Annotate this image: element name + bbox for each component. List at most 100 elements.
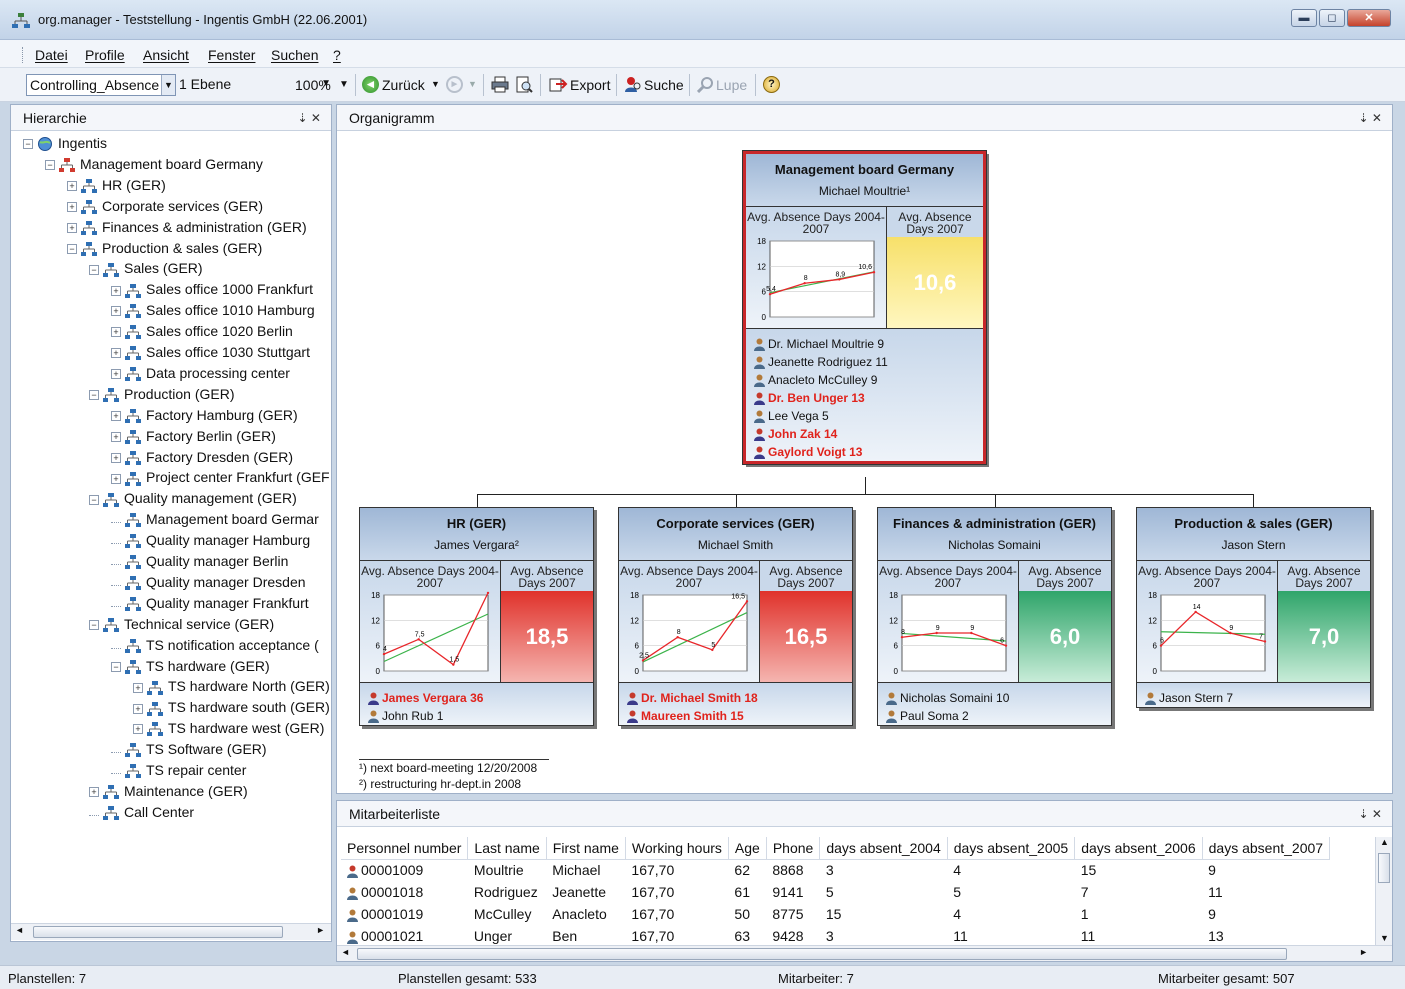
column-header[interactable]: days absent_2004 (819, 837, 948, 860)
panel-pin-close-icon[interactable]: ⇣ ✕ (298, 105, 321, 131)
chevron-down-icon[interactable]: ▼ (468, 79, 477, 89)
print-preview-icon[interactable] (515, 76, 533, 93)
tree-item[interactable]: − Production & sales (GER) (67, 238, 262, 258)
collapse-icon[interactable]: − (89, 390, 99, 401)
export-button[interactable]: Export (570, 77, 610, 93)
tree-item[interactable]: + Finances & administration (GER) (67, 217, 307, 237)
column-header[interactable]: Personnel number (341, 837, 469, 860)
tree-item[interactable]: + TS hardware south (GER) (133, 697, 330, 717)
scroll-right-icon[interactable]: ► (316, 925, 325, 935)
chevron-down-icon[interactable]: ▼ (161, 75, 175, 95)
zoom-value[interactable]: 100% (295, 77, 331, 93)
tree-item[interactable]: Quality manager Frankfurt (111, 593, 309, 613)
search-button[interactable]: Suche (644, 77, 684, 93)
org-unit-card[interactable]: Production & sales (GER) Jason Stern Avg. … (1136, 507, 1371, 708)
member-item[interactable]: Dr. Michael Moultrie 9 (754, 335, 983, 353)
search-person-icon[interactable] (624, 76, 642, 93)
member-item[interactable]: Gaylord Voigt 13 (754, 443, 983, 461)
collapse-icon[interactable]: − (23, 139, 33, 150)
tree-item[interactable]: + Factory Dresden (GER) (111, 447, 293, 467)
tree-item[interactable]: Quality manager Dresden (111, 572, 306, 592)
member-item[interactable]: Anacleto McCulley 9 (754, 371, 983, 389)
tree-item[interactable]: + TS hardware west (GER) (133, 718, 324, 738)
tree-item[interactable]: + Sales office 1010 Hamburg (111, 300, 315, 320)
hierarchy-horizontal-scrollbar[interactable]: ◄ ► (11, 923, 331, 940)
menu-help[interactable]: ? (333, 47, 341, 63)
export-icon[interactable] (548, 76, 568, 93)
tree-item[interactable]: + Maintenance (GER) (89, 781, 248, 801)
expand-icon[interactable]: + (111, 431, 121, 442)
tree-item[interactable]: − Management board Germany (45, 154, 263, 174)
column-header[interactable]: Phone (766, 837, 821, 860)
org-unit-card[interactable]: Finances & administration (GER) Nicholas … (877, 507, 1112, 726)
expand-icon[interactable]: + (67, 201, 77, 212)
menu-fenster[interactable]: Fenster (208, 47, 255, 63)
maximize-button[interactable]: ◻ (1319, 9, 1345, 27)
expand-icon[interactable]: + (133, 682, 143, 693)
tree-item[interactable]: − Production (GER) (89, 384, 234, 404)
member-item[interactable]: John Rub 1 (368, 707, 593, 725)
tree-item[interactable]: − Ingentis (23, 133, 107, 153)
table-row[interactable]: 00001019 McCulley Anacleto 167,70 50 8775 15 4 1… (341, 903, 1330, 925)
scroll-down-icon[interactable]: ▼ (1380, 933, 1389, 943)
employee-horizontal-scrollbar[interactable]: ◄ ► (337, 945, 1392, 961)
print-icon[interactable] (491, 76, 509, 93)
tree-item[interactable]: − Quality management (GER) (89, 488, 297, 508)
collapse-icon[interactable]: − (89, 619, 99, 630)
member-item[interactable]: John Zak 14 (754, 425, 983, 443)
table-row[interactable]: 00001018 Rodriguez Jeanette 167,70 61 9141 5 5 7… (341, 881, 1330, 903)
expand-icon[interactable]: + (111, 306, 121, 317)
collapse-icon[interactable]: − (89, 494, 99, 505)
tree-item[interactable]: + Sales office 1020 Berlin (111, 321, 293, 341)
back-arrow-icon[interactable]: ◄ (362, 76, 379, 93)
tree-item[interactable]: + HR (GER) (67, 175, 166, 195)
table-row[interactable]: 00001021 Unger Ben 167,70 63 9428 3 11 11 13 (341, 925, 1330, 947)
close-button[interactable]: ✕ (1347, 9, 1391, 27)
employee-vertical-scrollbar[interactable]: ▲ ▼ (1375, 837, 1392, 945)
scroll-thumb[interactable] (33, 926, 283, 938)
scroll-up-icon[interactable]: ▲ (1380, 837, 1389, 847)
tree-item[interactable]: + Sales office 1000 Frankfurt (111, 279, 313, 299)
magnifier-icon[interactable] (697, 76, 715, 93)
expand-icon[interactable]: + (133, 703, 143, 714)
tree-item[interactable]: − TS hardware (GER) (111, 656, 270, 676)
member-item[interactable]: James Vergara 36 (368, 689, 593, 707)
scroll-left-icon[interactable]: ◄ (341, 947, 350, 957)
scroll-left-icon[interactable]: ◄ (15, 925, 24, 935)
minimize-button[interactable]: ▬ (1291, 9, 1317, 27)
tree-item[interactable]: + Data processing center (111, 363, 290, 383)
tree-item[interactable]: TS notification acceptance ( (111, 635, 319, 655)
member-item[interactable]: Jeanette Rodriguez 11 (754, 353, 983, 371)
expand-icon[interactable]: + (111, 327, 121, 338)
expand-icon[interactable]: + (111, 348, 121, 359)
chevron-down-icon[interactable]: ▼ (339, 79, 349, 90)
tree-item[interactable]: Management board Germar (111, 509, 319, 529)
tree-item[interactable]: TS Software (GER) (111, 739, 267, 759)
menu-datei[interactable]: Datei (35, 47, 68, 63)
menu-ansicht[interactable]: Ansicht (143, 47, 189, 63)
tree-item[interactable]: + Project center Frankfurt (GEF (111, 467, 330, 487)
column-header[interactable]: First name (546, 837, 626, 860)
member-item[interactable]: Paul Soma 2 (886, 707, 1111, 725)
scroll-thumb[interactable] (357, 948, 1287, 960)
table-row[interactable]: 00001009 Moultrie Michael 167,70 62 8868 3 4 15 9 (341, 859, 1330, 881)
member-item[interactable]: Lee Vega 5 (754, 407, 983, 425)
tree-item[interactable]: Call Center (89, 802, 194, 822)
member-item[interactable]: Dr. Ben Unger 13 (754, 389, 983, 407)
chevron-down-icon[interactable]: ▼ (431, 79, 440, 89)
member-item[interactable]: Dr. Michael Smith 18 (627, 689, 852, 707)
tree-item[interactable]: + Corporate services (GER) (67, 196, 263, 216)
org-unit-card[interactable]: Management board Germany Michael Moultrie… (742, 150, 987, 465)
expand-icon[interactable]: + (67, 181, 77, 192)
column-header[interactable]: days absent_2006 (1074, 837, 1203, 860)
zoom-tool-button[interactable]: Lupe (716, 77, 747, 93)
tree-item[interactable]: + Factory Berlin (GER) (111, 426, 276, 446)
tree-item[interactable]: − Technical service (GER) (89, 614, 274, 634)
expand-icon[interactable]: + (111, 410, 121, 421)
column-header[interactable]: Age (728, 837, 767, 860)
help-icon[interactable]: ? (763, 76, 780, 93)
column-header[interactable]: days absent_2005 (947, 837, 1076, 860)
menu-suchen[interactable]: Suchen (271, 47, 318, 63)
expand-icon[interactable]: + (89, 787, 99, 798)
tree-item[interactable]: Quality manager Berlin (111, 551, 288, 571)
